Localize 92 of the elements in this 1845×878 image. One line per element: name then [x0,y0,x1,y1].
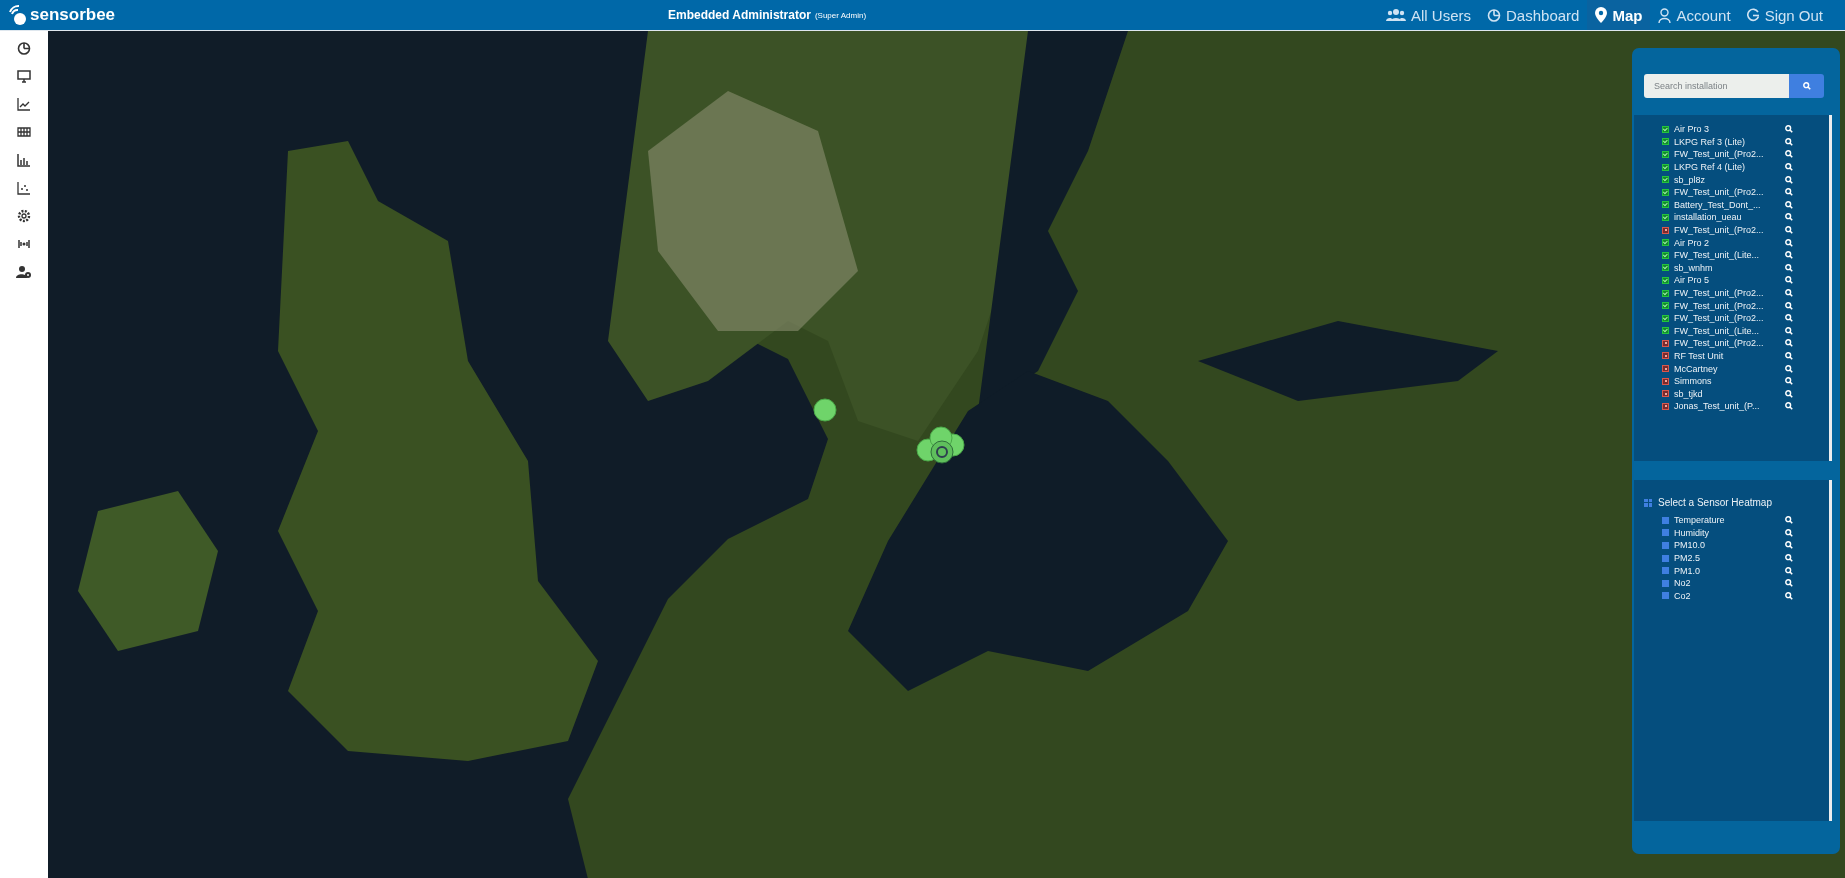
user-icon [1658,7,1672,23]
sensor-item[interactable]: Humidity [1674,527,1780,538]
users-icon [1386,8,1406,22]
installation-item[interactable]: Air Pro 2 [1674,237,1780,248]
installation-item[interactable]: LKPG Ref 4 (Lite) [1674,162,1780,173]
user-settings-icon[interactable] [16,264,32,280]
search-icon[interactable] [1785,591,1793,600]
grid-icon[interactable] [16,124,32,140]
installation-item[interactable]: installation_ueau [1674,212,1780,223]
search-icon[interactable] [1785,389,1793,398]
sensor-square-icon [1662,516,1669,524]
settings-icon[interactable] [16,208,32,224]
search-icon[interactable] [1785,541,1793,550]
search-icon[interactable] [1785,402,1793,411]
installation-item[interactable]: FW_Test_unit_(Pro2... [1674,300,1780,311]
pie-chart-icon [1487,8,1502,22]
sensor-item[interactable]: No2 [1674,578,1780,589]
page-title: Embedded Administrator [668,8,811,22]
nav-link[interactable]: Dashboard [1479,0,1588,30]
search-icon[interactable] [1785,554,1793,563]
installation-item[interactable]: sb_pl8z [1674,174,1780,185]
search-button[interactable] [1789,74,1824,98]
grid-icon [1644,498,1652,507]
installation-item[interactable]: FW_Test_unit_(Pro2... [1674,149,1780,160]
map-pin-icon [1595,7,1608,23]
installation-item[interactable]: Simmons [1674,376,1780,387]
search-icon[interactable] [1785,226,1793,235]
sensor-square-icon [1662,579,1669,587]
search-icon[interactable] [1785,579,1793,588]
installation-item[interactable]: FW_Test_unit_(Pro2... [1674,313,1780,324]
search-icon[interactable] [1785,137,1793,146]
sensor-item[interactable]: Co2 [1674,590,1780,601]
sensor-square-icon [1662,554,1669,562]
search-icon[interactable] [1785,125,1793,134]
sensor-square-icon [1662,529,1669,537]
installation-item[interactable]: FW_Test_unit_(Pro2... [1674,288,1780,298]
installation-item[interactable]: FW_Test_unit_(Lite... [1674,250,1780,261]
search-icon[interactable] [1802,82,1811,90]
sign-out-icon [1746,8,1760,22]
search-icon[interactable] [1785,213,1793,222]
installation-item[interactable]: Air Pro 5 [1674,275,1780,286]
installation-item[interactable]: McCartney [1674,363,1780,374]
nav-link[interactable]: Account [1650,0,1739,30]
scatter-chart-icon[interactable] [16,180,32,196]
search-icon[interactable] [1785,163,1793,172]
search-icon[interactable] [1785,377,1793,386]
installation-item[interactable]: sb_wnhm [1674,262,1780,273]
search-icon[interactable] [1785,516,1793,525]
sensor-item[interactable]: PM1.0 [1674,565,1780,576]
installation-item[interactable]: Jonas_Test_unit_(P... [1674,401,1780,412]
heatmap-title: Select a Sensor Heatmap [1658,497,1772,508]
monitor-icon[interactable] [16,68,32,84]
installation-item[interactable]: LKPG Ref 3 (Lite) [1674,136,1780,147]
line-chart-icon[interactable] [16,96,32,112]
sensor-square-icon [1662,567,1669,575]
search-icon[interactable] [1785,276,1793,285]
bar-chart-icon[interactable] [16,152,32,168]
search-icon[interactable] [1785,188,1793,197]
search-icon[interactable] [1785,326,1793,335]
installation-item[interactable]: FW_Test_unit_(Pro2... [1674,338,1780,349]
nav-link[interactable]: Map [1587,0,1651,30]
sensor-item[interactable]: PM10.0 [1674,540,1780,551]
installation-item[interactable]: sb_tjkd [1674,388,1780,399]
search-icon[interactable] [1785,352,1793,360]
search-icon[interactable] [1785,175,1793,184]
sensor-square-icon [1662,592,1669,600]
search-icon[interactable] [1785,339,1793,348]
installation-item[interactable]: Air Pro 3 [1674,124,1780,135]
search-icon[interactable] [1785,263,1793,272]
sensor-item[interactable]: Temperature [1674,515,1780,526]
search-icon[interactable] [1785,200,1793,209]
pie-chart-icon[interactable] [16,40,32,56]
nav-link[interactable]: Sign Out [1738,0,1831,30]
search-icon[interactable] [1785,150,1793,159]
search-icon[interactable] [1785,301,1793,310]
search-icon[interactable] [1785,364,1793,373]
installation-item[interactable]: FW_Test_unit_(Pro2... [1674,187,1780,198]
installation-item[interactable]: FW_Test_unit_(Pro2... [1674,225,1780,236]
sensor-item[interactable]: PM2.5 [1674,553,1780,564]
search-icon[interactable] [1785,314,1793,323]
installation-item[interactable]: RF Test Unit [1674,351,1780,361]
sensor-square-icon [1662,542,1669,549]
installation-item[interactable]: FW_Test_unit_(Lite... [1674,325,1780,336]
search-icon[interactable] [1785,251,1793,260]
search-icon[interactable] [1785,528,1793,537]
role-label: (Super Admin) [814,10,867,20]
search-icon[interactable] [1785,238,1793,247]
logo-text: sensorbee [30,5,116,25]
installation-item[interactable]: Battery_Test_Dont_... [1674,199,1780,210]
nav-link[interactable]: All Users [1378,0,1480,30]
search-icon[interactable] [1785,566,1793,575]
search-icon[interactable] [1785,289,1793,297]
